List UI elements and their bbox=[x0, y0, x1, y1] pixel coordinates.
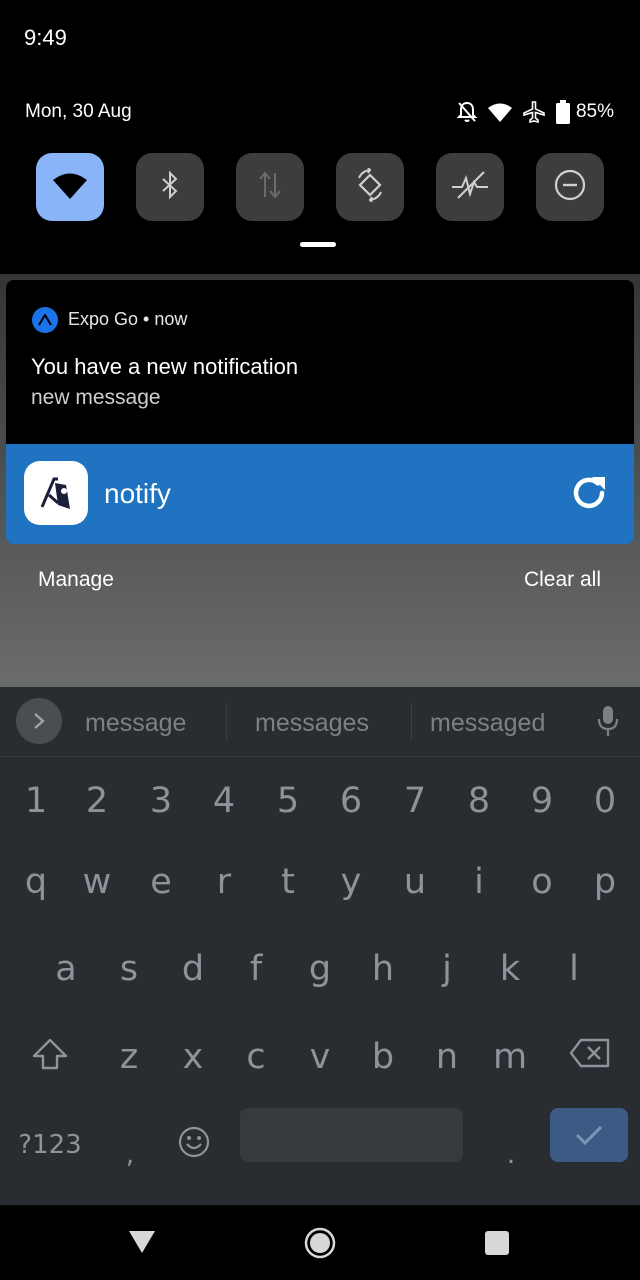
key-t[interactable]: t bbox=[264, 862, 312, 902]
key-s[interactable]: s bbox=[105, 949, 153, 989]
notification-body: new message bbox=[31, 386, 161, 409]
key-c[interactable]: c bbox=[232, 1037, 280, 1077]
notify-card[interactable]: notify bbox=[6, 444, 634, 544]
emoji-key[interactable] bbox=[170, 1126, 218, 1167]
key-4[interactable]: 4 bbox=[200, 781, 248, 821]
key-p[interactable]: p bbox=[581, 862, 629, 902]
space-key[interactable] bbox=[240, 1108, 463, 1162]
key-u[interactable]: u bbox=[391, 862, 439, 902]
symbols-key[interactable]: ?123 bbox=[18, 1125, 82, 1165]
shade-actions: Manage Clear all bbox=[0, 568, 640, 600]
key-9[interactable]: 9 bbox=[518, 781, 566, 821]
auto-rotate-icon bbox=[353, 166, 387, 207]
comma-key[interactable]: , bbox=[106, 1135, 154, 1175]
key-k[interactable]: k bbox=[486, 949, 534, 989]
backspace-icon bbox=[569, 1038, 610, 1068]
key-m[interactable]: m bbox=[486, 1037, 534, 1077]
key-v[interactable]: v bbox=[296, 1037, 344, 1077]
tile-bluetooth[interactable] bbox=[136, 153, 204, 221]
refresh-icon[interactable] bbox=[568, 472, 610, 514]
key-l[interactable]: l bbox=[550, 949, 598, 989]
notification-card[interactable]: Expo Go • now You have a new notificatio… bbox=[6, 280, 634, 444]
key-2[interactable]: 2 bbox=[73, 781, 121, 821]
check-icon bbox=[575, 1125, 603, 1146]
bell-off-icon bbox=[456, 100, 478, 124]
key-y[interactable]: y bbox=[327, 862, 375, 902]
key-r[interactable]: r bbox=[200, 862, 248, 902]
tile-wifi[interactable] bbox=[36, 153, 104, 221]
key-7[interactable]: 7 bbox=[391, 781, 439, 821]
key-0[interactable]: 0 bbox=[581, 781, 629, 821]
key-n[interactable]: n bbox=[423, 1037, 471, 1077]
key-f[interactable]: f bbox=[232, 949, 280, 989]
key-8[interactable]: 8 bbox=[455, 781, 503, 821]
qs-date[interactable]: Mon, 30 Aug bbox=[25, 101, 132, 123]
home-icon[interactable] bbox=[304, 1227, 336, 1264]
notify-title: notify bbox=[104, 478, 171, 509]
key-a[interactable]: a bbox=[42, 949, 90, 989]
key-b[interactable]: b bbox=[359, 1037, 407, 1077]
shift-icon bbox=[32, 1038, 68, 1070]
chevron-right-icon bbox=[34, 713, 45, 729]
mobile-data-icon bbox=[257, 169, 283, 206]
wifi-icon bbox=[53, 171, 87, 204]
key-e[interactable]: e bbox=[137, 862, 185, 902]
key-3[interactable]: 3 bbox=[137, 781, 185, 821]
key-q[interactable]: q bbox=[12, 862, 60, 902]
mic-icon[interactable] bbox=[596, 704, 620, 743]
suggestion-2[interactable]: messages bbox=[255, 709, 369, 738]
tile-do-not-disturb[interactable] bbox=[536, 153, 604, 221]
do-not-disturb-icon bbox=[553, 168, 587, 207]
battery-icon bbox=[555, 100, 570, 124]
key-o[interactable]: o bbox=[518, 862, 566, 902]
key-5[interactable]: 5 bbox=[264, 781, 312, 821]
qs-expand-handle[interactable] bbox=[300, 242, 336, 247]
battery-percentage: 85% bbox=[575, 101, 614, 122]
expo-app-icon bbox=[32, 307, 58, 333]
keyboard: message messages messaged 1 2 3 4 5 6 7 … bbox=[0, 687, 640, 1205]
key-6[interactable]: 6 bbox=[327, 781, 375, 821]
suggestion-1[interactable]: message bbox=[85, 709, 186, 738]
wifi-icon bbox=[487, 102, 512, 122]
key-g[interactable]: g bbox=[296, 949, 344, 989]
key-h[interactable]: h bbox=[359, 949, 407, 989]
tile-battery-saver[interactable] bbox=[436, 153, 504, 221]
backspace-key[interactable] bbox=[566, 1037, 614, 1078]
qs-tiles bbox=[36, 153, 604, 221]
tile-auto-rotate[interactable] bbox=[336, 153, 404, 221]
emoji-icon bbox=[178, 1126, 210, 1158]
lightning-off-icon bbox=[450, 170, 490, 205]
status-bar: 9:49 bbox=[0, 0, 640, 80]
key-w[interactable]: w bbox=[73, 862, 121, 902]
navigation-bar bbox=[0, 1205, 640, 1280]
recents-icon[interactable] bbox=[485, 1231, 509, 1255]
suggestion-divider bbox=[411, 703, 412, 741]
status-time: 9:49 bbox=[24, 25, 67, 50]
tile-mobile-data[interactable] bbox=[236, 153, 304, 221]
bluetooth-icon bbox=[159, 170, 181, 205]
key-j[interactable]: j bbox=[423, 949, 471, 989]
airplane-icon bbox=[522, 100, 546, 124]
quick-settings-panel: Mon, 30 Aug 85% bbox=[6, 80, 634, 274]
period-key[interactable]: . bbox=[487, 1135, 535, 1175]
notify-app-icon bbox=[24, 461, 88, 525]
notification-header: Expo Go • now bbox=[68, 309, 188, 329]
clear-all-button[interactable]: Clear all bbox=[524, 568, 601, 592]
key-x[interactable]: x bbox=[169, 1037, 217, 1077]
toolbar-toggle-button[interactable] bbox=[16, 698, 62, 744]
notification-title: You have a new notification bbox=[31, 354, 299, 379]
back-icon[interactable] bbox=[128, 1230, 156, 1259]
key-i[interactable]: i bbox=[455, 862, 503, 902]
key-d[interactable]: d bbox=[169, 949, 217, 989]
suggestion-bar: message messages messaged bbox=[0, 687, 640, 757]
manage-button[interactable]: Manage bbox=[38, 568, 114, 592]
key-z[interactable]: z bbox=[105, 1037, 153, 1077]
suggestion-3[interactable]: messaged bbox=[430, 709, 545, 738]
enter-key[interactable] bbox=[550, 1108, 628, 1162]
shift-key[interactable] bbox=[26, 1037, 74, 1080]
qs-status-icons: 85% bbox=[456, 98, 614, 126]
suggestion-divider bbox=[226, 703, 227, 741]
key-1[interactable]: 1 bbox=[12, 781, 60, 821]
